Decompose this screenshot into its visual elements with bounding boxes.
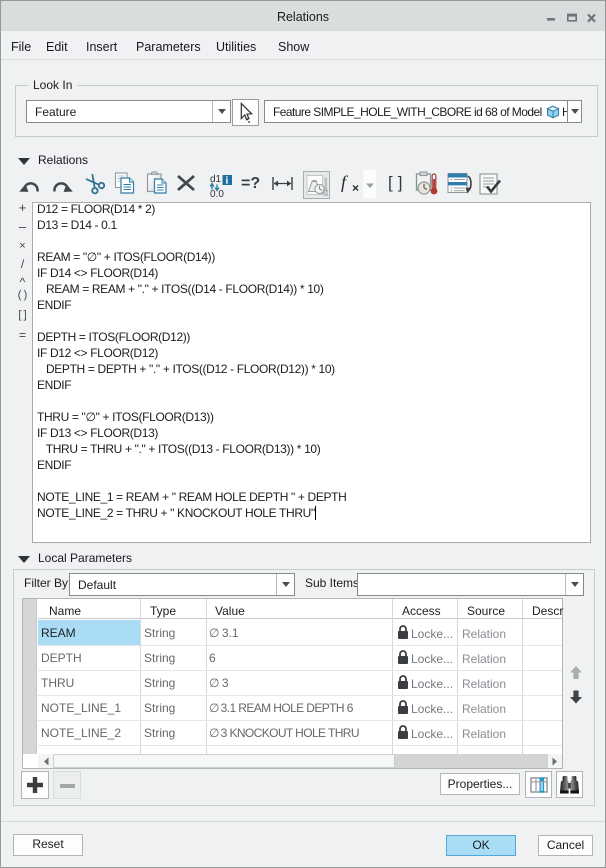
svg-text:0.0: 0.0 — [210, 189, 224, 198]
svg-text:i: i — [226, 176, 229, 187]
